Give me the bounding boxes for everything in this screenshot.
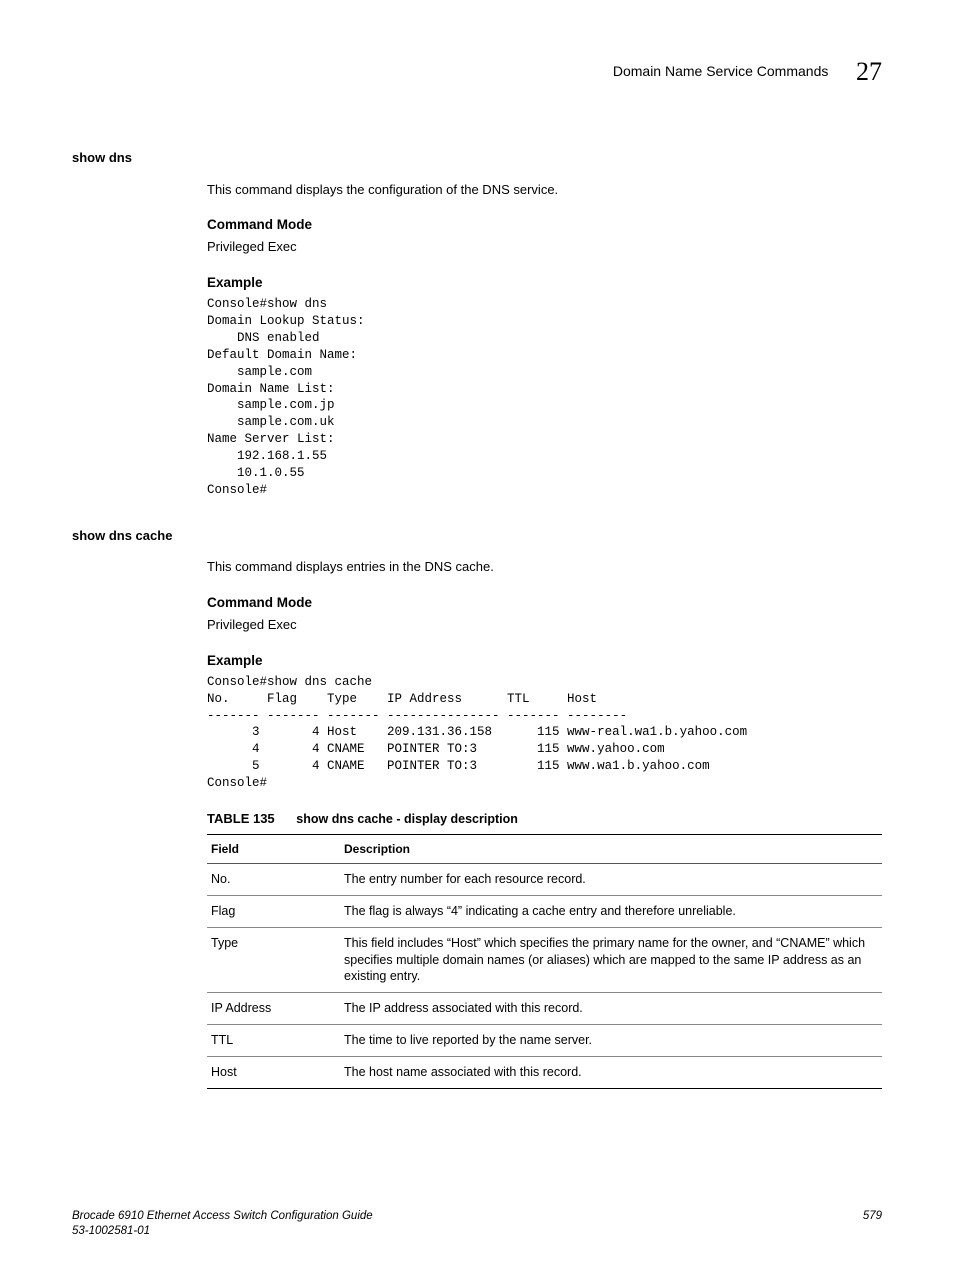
- command-name-show-dns: show dns: [72, 149, 882, 167]
- table-row: Host The host name associated with this …: [207, 1057, 882, 1089]
- table-cell-description: The IP address associated with this reco…: [340, 993, 882, 1025]
- command-mode-value: Privileged Exec: [207, 238, 882, 256]
- table-header-description: Description: [340, 834, 882, 863]
- page-header: Domain Name Service Commands 27: [72, 54, 882, 89]
- table-cell-description: The entry number for each resource recor…: [340, 863, 882, 895]
- table-cell-description: This field includes “Host” which specifi…: [340, 927, 882, 993]
- header-title: Domain Name Service Commands: [613, 63, 829, 79]
- table-number: TABLE 135: [207, 811, 275, 826]
- table-caption: TABLE 135 show dns cache - display descr…: [207, 810, 882, 828]
- table-row: TTL The time to live reported by the nam…: [207, 1025, 882, 1057]
- table-title: show dns cache - display description: [296, 812, 518, 826]
- footer-guide-title: Brocade 6910 Ethernet Access Switch Conf…: [72, 1209, 373, 1225]
- table-cell-description: The flag is always “4” indicating a cach…: [340, 895, 882, 927]
- command-mode-heading: Command Mode: [207, 216, 882, 234]
- footer-page-number: 579: [863, 1209, 882, 1225]
- chapter-number: 27: [856, 57, 882, 86]
- example-heading: Example: [207, 274, 882, 292]
- table-cell-description: The host name associated with this recor…: [340, 1057, 882, 1089]
- table-cell-description: The time to live reported by the name se…: [340, 1025, 882, 1057]
- description-table: Field Description No. The entry number f…: [207, 834, 882, 1089]
- table-row: Type This field includes “Host” which sp…: [207, 927, 882, 993]
- table-row: Flag The flag is always “4” indicating a…: [207, 895, 882, 927]
- table-cell-field: IP Address: [207, 993, 340, 1025]
- table-header-field: Field: [207, 834, 340, 863]
- command-mode-heading: Command Mode: [207, 594, 882, 612]
- table-cell-field: No.: [207, 863, 340, 895]
- page-footer: Brocade 6910 Ethernet Access Switch Conf…: [72, 1209, 882, 1240]
- example-code: Console#show dns cache No. Flag Type IP …: [207, 674, 882, 792]
- command-mode-value: Privileged Exec: [207, 616, 882, 634]
- table-row: IP Address The IP address associated wit…: [207, 993, 882, 1025]
- command-description: This command displays entries in the DNS…: [207, 558, 882, 576]
- table-cell-field: Type: [207, 927, 340, 993]
- footer-doc-number: 53-1002581-01: [72, 1224, 373, 1240]
- example-heading: Example: [207, 652, 882, 670]
- table-cell-field: TTL: [207, 1025, 340, 1057]
- command-description: This command displays the configuration …: [207, 181, 882, 199]
- example-code: Console#show dns Domain Lookup Status: D…: [207, 296, 882, 499]
- table-cell-field: Flag: [207, 895, 340, 927]
- command-name-show-dns-cache: show dns cache: [72, 527, 882, 545]
- table-cell-field: Host: [207, 1057, 340, 1089]
- table-row: No. The entry number for each resource r…: [207, 863, 882, 895]
